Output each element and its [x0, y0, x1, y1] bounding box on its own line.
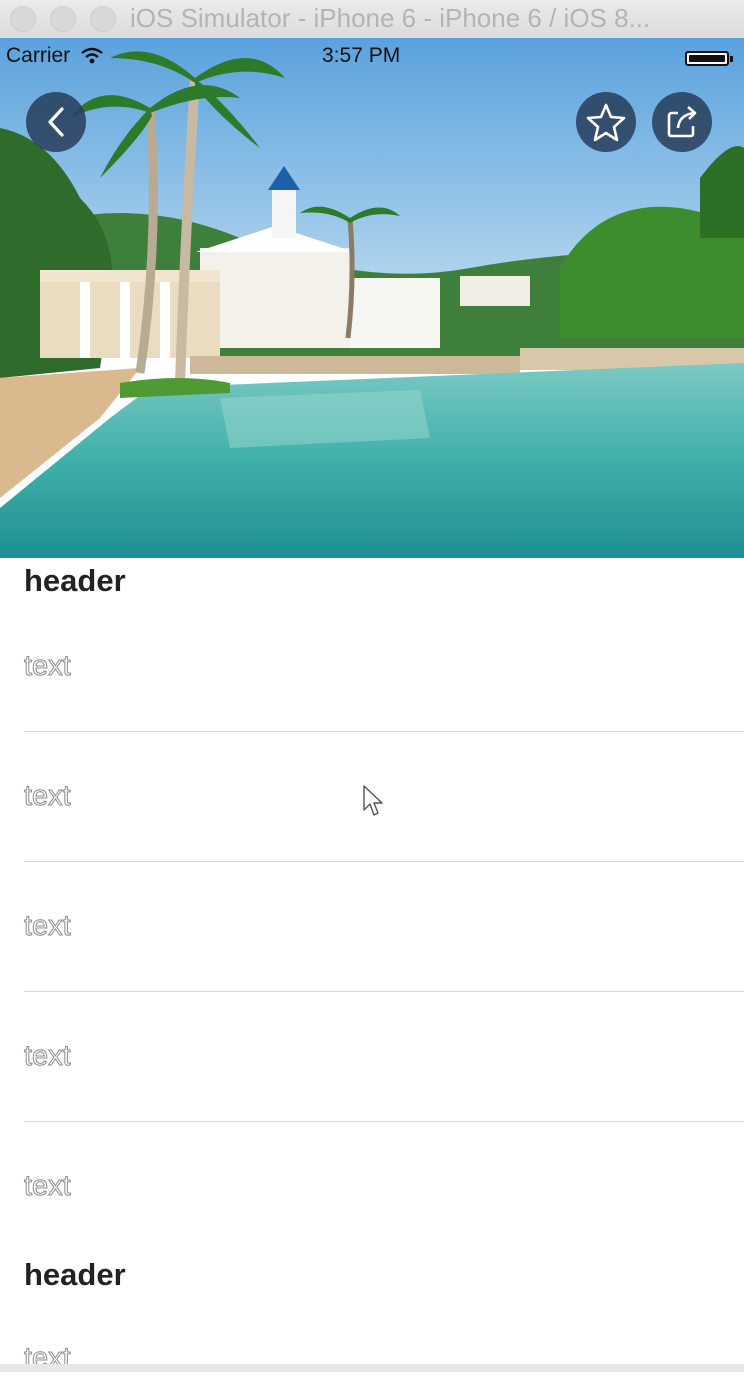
row-separator [24, 991, 744, 992]
row-separator [24, 1121, 744, 1122]
list-item[interactable]: text [24, 910, 72, 943]
wifi-icon [81, 47, 103, 64]
close-window-button[interactable] [10, 6, 36, 32]
list-item[interactable]: text [24, 650, 72, 683]
star-icon [586, 103, 626, 142]
battery-icon [685, 51, 733, 66]
status-time: 3:57 PM [322, 44, 401, 67]
share-icon [667, 106, 697, 138]
share-button[interactable] [652, 92, 712, 152]
list-item[interactable]: text [24, 1040, 72, 1073]
section-header: header [24, 1257, 126, 1292]
carrier-label: Carrier [6, 44, 104, 68]
zoom-window-button[interactable] [90, 6, 116, 32]
chevron-left-icon [48, 107, 64, 137]
section-header: header [24, 563, 126, 598]
minimize-window-button[interactable] [50, 6, 76, 32]
simulator-title-bar: iOS Simulator - iPhone 6 - iPhone 6 / iO… [0, 0, 744, 39]
row-separator [24, 731, 744, 732]
back-button[interactable] [26, 92, 86, 152]
list-item[interactable]: text [24, 1170, 72, 1203]
mouse-pointer-icon [363, 785, 383, 816]
favorite-button[interactable] [576, 92, 636, 152]
window-title: iOS Simulator - iPhone 6 - iPhone 6 / iO… [130, 3, 651, 33]
row-separator [24, 861, 744, 862]
window-bottom-edge [0, 1364, 744, 1372]
list-item[interactable]: text [24, 780, 72, 813]
